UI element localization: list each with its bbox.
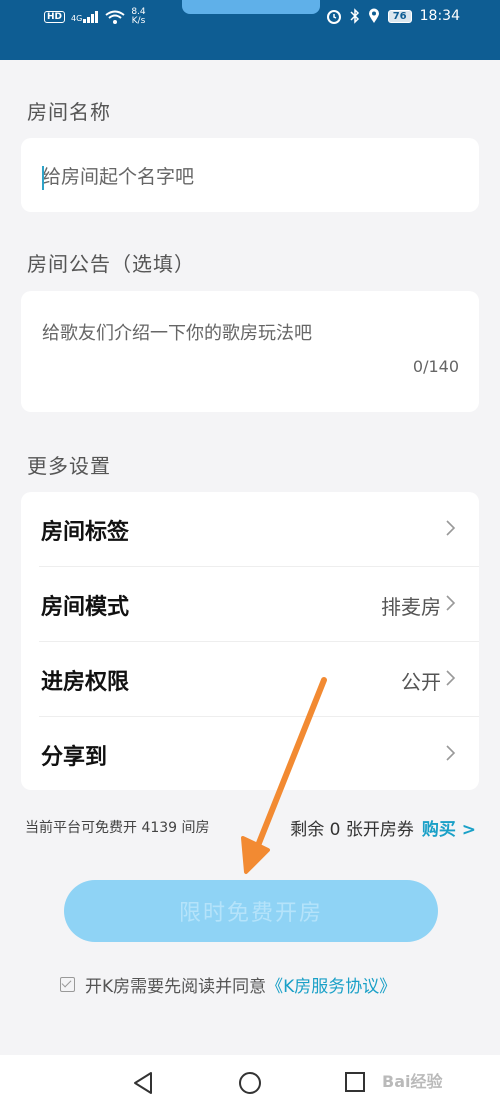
home-icon[interactable] [238, 1071, 262, 1095]
back-icon[interactable] [132, 1071, 154, 1095]
nav-bar: Bai经验 [0, 1055, 500, 1111]
watermark: Bai经验 [382, 1072, 443, 1091]
annotation-arrow [241, 677, 327, 874]
recents-icon[interactable] [344, 1071, 366, 1093]
